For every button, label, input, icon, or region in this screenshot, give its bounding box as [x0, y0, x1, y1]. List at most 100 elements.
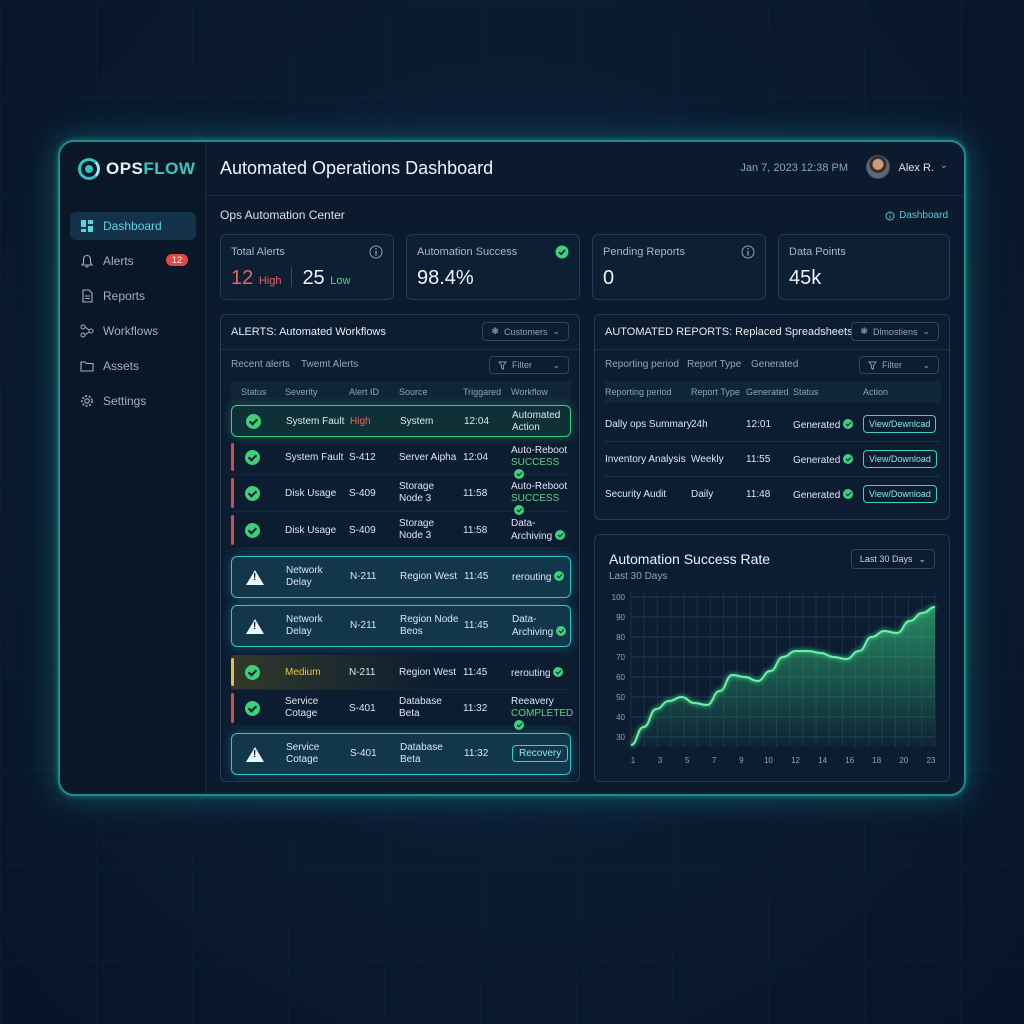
tab-report-type[interactable]: Report Type [687, 359, 741, 370]
kpi-total-alerts[interactable]: Total Alerts 12 High 25 Low [220, 234, 394, 300]
source-cell: Region Node Beos [400, 614, 459, 637]
kpi-label: Automation Success [417, 246, 518, 258]
table-row[interactable]: Security Audit Daily 11:48 Generated Vie… [605, 477, 941, 512]
alerts-count-badge: 12 [165, 254, 188, 266]
filter-icon: ❃ [860, 326, 868, 336]
filter-label: Filter [512, 360, 532, 370]
tab-other-alerts[interactable]: Twemt Alerts [301, 359, 358, 370]
column-header: Status [793, 387, 819, 397]
source-cell: System [400, 416, 434, 427]
tab-reporting-period[interactable]: Reporting period [605, 359, 679, 370]
chevron-down-icon[interactable]: ⌄ [940, 160, 948, 171]
success-status-icon [245, 701, 260, 716]
report-name-cell: Dally ops Summary [605, 419, 692, 430]
sidebar-item-assets[interactable]: Assets [70, 352, 196, 380]
sidebar-item-label: Dashboard [103, 219, 162, 233]
alerts-panel: ALERTS: Automated Workflows ❃ Customers … [220, 314, 580, 782]
view-download-button[interactable]: View/Download [863, 485, 937, 503]
x-tick-label: 7 [712, 756, 717, 765]
user-name[interactable]: Alex R. [899, 162, 934, 174]
sidebar-item-reports[interactable]: Reports [70, 282, 196, 310]
time-cell: 11:58 [463, 525, 488, 536]
chevron-down-icon: ⌄ [552, 359, 560, 370]
filter-label: Filter [882, 360, 902, 370]
column-header: Triggared [463, 387, 502, 397]
y-tick-label: 70 [616, 653, 625, 662]
sidebar-nav: Dashboard Alerts 12 Reports Workflows As… [70, 212, 196, 422]
filter-icon [498, 360, 507, 370]
x-tick-label: 12 [791, 756, 800, 765]
header: Automated Operations Dashboard Jan 7, 20… [206, 142, 964, 196]
workflow-cell: rerouting [511, 667, 564, 680]
filter-button[interactable]: Filter ⌄ [489, 356, 569, 374]
kpi-automation-success[interactable]: Automation Success 98.4% [406, 234, 580, 300]
column-header: Action [863, 387, 889, 397]
table-row[interactable]: NetworkDelay N-211 Region NodeBeos 11:45… [231, 605, 571, 647]
time-cell: 12:04 [463, 452, 489, 463]
filter-button[interactable]: Filter ⌄ [859, 356, 939, 374]
info-icon[interactable] [741, 245, 755, 259]
x-tick-label: 16 [845, 756, 854, 765]
table-row[interactable]: Inventory Analysis Weekly 11:55 Generate… [605, 442, 941, 477]
table-row[interactable]: ServiceCotage S-401 DatabaseBeta 11:32 R… [231, 733, 571, 775]
table-row[interactable]: Disk Usage S-409 Storage Node 3 11:58 Dat… [231, 512, 571, 549]
status-cell: Generated [793, 419, 854, 431]
severity-cell: Network Delay [286, 614, 323, 637]
workflow-cell: Data- Archiving [511, 518, 566, 543]
dimensions-dropdown[interactable]: ❃ Dlmostiens ⌄ [851, 322, 939, 341]
table-row[interactable]: Disk Usage S-409 Storage Node 3 11:58 Aut… [231, 475, 571, 515]
info-icon[interactable] [369, 245, 383, 259]
reports-panel-title: AUTOMATED REPORTS: Replaced Spreadsheets [605, 326, 853, 338]
x-tick-label: 1 [631, 756, 636, 765]
x-tick-label: 5 [685, 756, 690, 765]
view-download-button[interactable]: View/Dewnlcad [863, 415, 937, 433]
view-download-button[interactable]: View/Download [863, 450, 937, 468]
alert-id-cell: N-211 [350, 571, 377, 582]
tab-generated[interactable]: Generated [751, 359, 798, 370]
column-header: Alert ID [349, 387, 380, 397]
avatar[interactable] [866, 155, 890, 179]
table-row[interactable]: System Fault High System 12:04 Automated… [231, 405, 571, 437]
recovery-button[interactable]: Recovery [512, 745, 569, 762]
datetime: Jan 7, 2023 12:38 PM [740, 162, 848, 174]
y-tick-label: 40 [616, 713, 625, 722]
logo[interactable]: OPSFLOW [78, 158, 195, 180]
sidebar-item-settings[interactable]: Settings [70, 387, 196, 415]
y-tick-label: 50 [616, 693, 625, 702]
filter-icon: ❃ [491, 326, 499, 336]
table-row[interactable]: NetworkDelay N-211 Region West 11:45 rer… [231, 556, 571, 598]
sidebar-item-alerts[interactable]: Alerts 12 [70, 247, 196, 275]
kpi-data-points[interactable]: Data Points 45k [778, 234, 950, 300]
warning-icon [246, 570, 264, 585]
customers-dropdown[interactable]: ❃ Customers ⌄ [482, 322, 569, 341]
source-cell: Server Aipha [399, 452, 457, 463]
severity-cell: Disk Usage [285, 525, 337, 536]
tab-recent-alerts[interactable]: Recent alerts [231, 359, 290, 370]
sidebar-item-dashboard[interactable]: Dashboard [70, 212, 196, 240]
table-row[interactable]: System Fault S-412 Server Aipha 12:04 Au… [231, 440, 571, 479]
table-row[interactable]: ServiceCotage S-401 DatabaseBeta 11:32 R… [231, 690, 573, 730]
time-cell: 11:32 [463, 703, 488, 714]
kpi-pending-reports[interactable]: Pending Reports 0 [592, 234, 766, 300]
alert-id-cell: S-401 [350, 748, 377, 759]
alert-id-cell: S-412 [349, 452, 376, 463]
workflow-cell: Data- Archiving [512, 614, 567, 639]
x-tick-label: 20 [899, 756, 908, 765]
app-window: OPSFLOW Dashboard Alerts 12 Reports Work… [58, 140, 966, 796]
status-cell: Generated [793, 489, 854, 501]
dimensions-dropdown-label: Dlmostiens [872, 326, 918, 337]
table-row[interactable]: Dally ops Summary 24h 12:01 Generated Vi… [605, 407, 941, 442]
check-icon [556, 626, 567, 636]
check-icon [554, 571, 565, 581]
y-tick-label: 30 [616, 733, 625, 742]
column-header: Source [399, 387, 428, 397]
low-count: 25 [302, 267, 325, 289]
time-cell: 11:45 [464, 620, 489, 631]
x-tick-label: 3 [658, 756, 663, 765]
sidebar-item-workflows[interactable]: Workflows [70, 317, 196, 345]
dashboard-link[interactable]: Dashboard [885, 210, 948, 221]
kpi-label: Pending Reports [603, 246, 685, 258]
check-icon [553, 667, 564, 677]
table-row[interactable]: Medium N-211 Region West 11:45 rerouting [231, 655, 571, 690]
check-icon [514, 720, 524, 730]
